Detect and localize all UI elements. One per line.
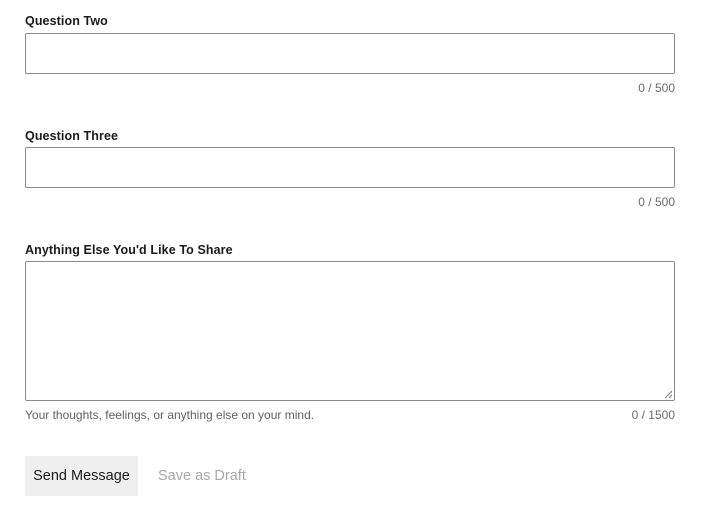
question-three-label: Question Three: [25, 129, 119, 143]
question-two-input[interactable]: [25, 33, 675, 74]
resize-handle-icon[interactable]: [664, 390, 673, 399]
anything-else-char-counter: 0 / 1500: [631, 408, 675, 422]
save-as-draft-button[interactable]: Save as Draft: [150, 456, 254, 496]
send-message-button[interactable]: Send Message: [25, 456, 138, 496]
anything-else-textarea[interactable]: [25, 261, 675, 401]
question-three-char-counter: 0 / 500: [638, 195, 675, 209]
question-two-label: Question Two: [25, 14, 108, 28]
question-two-char-counter: 0 / 500: [638, 81, 675, 95]
anything-else-helper-text: Your thoughts, feelings, or anything els…: [25, 408, 315, 422]
anything-else-label: Anything Else You'd Like To Share: [25, 243, 233, 257]
question-three-input[interactable]: [25, 147, 675, 188]
